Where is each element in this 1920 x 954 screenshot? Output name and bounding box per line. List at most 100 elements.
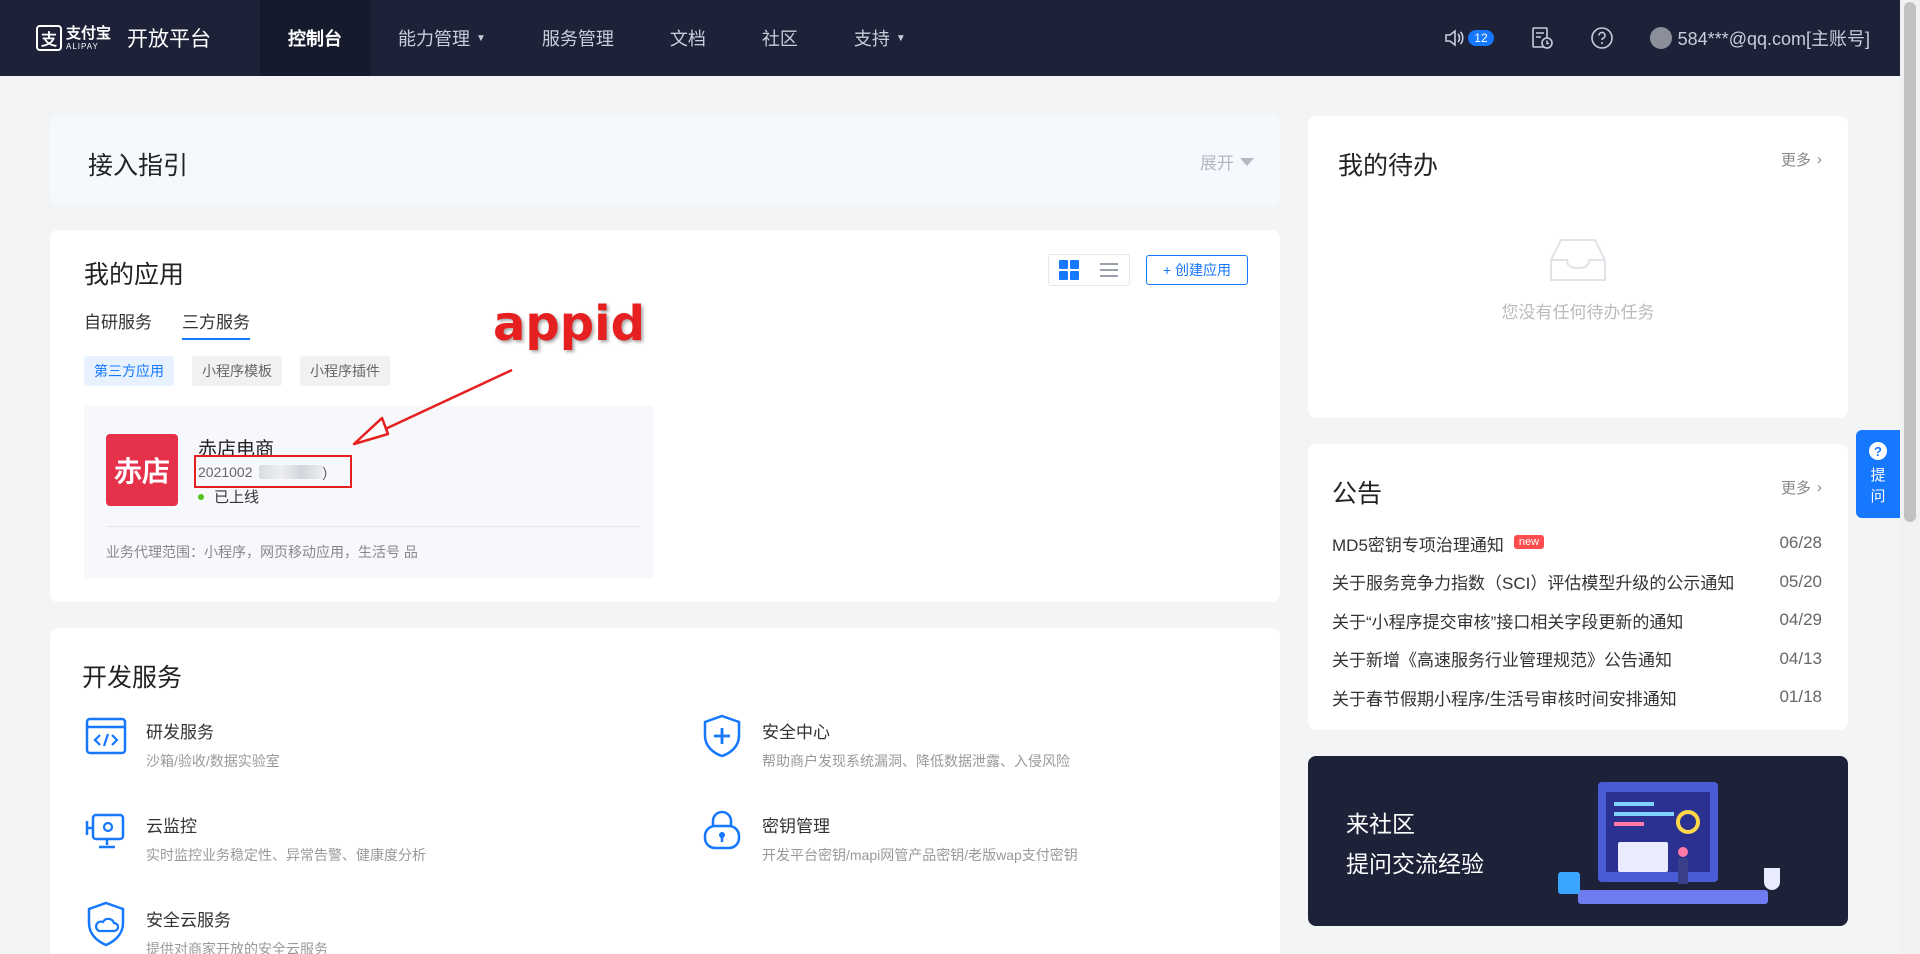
- grid-icon: [1059, 260, 1079, 280]
- notice-date: 04/29: [1779, 610, 1822, 630]
- clipboard-clock-icon: [1531, 27, 1553, 49]
- notice-text: 关于服务竞争力指数（SCI）评估模型升级的公示通知: [1332, 574, 1735, 594]
- code-window-icon: [84, 714, 128, 758]
- empty-inbox-icon: [1550, 239, 1606, 281]
- notice-text: MD5密钥专项治理通知: [1332, 535, 1504, 555]
- app-tabs: 自研服务 三方服务: [84, 308, 280, 340]
- notice-item[interactable]: 关于新增《高速服务行业管理规范》公告通知 04/13: [1332, 640, 1822, 679]
- nav-capability[interactable]: 能力管理 ▼: [370, 0, 514, 76]
- question-icon: ?: [1869, 442, 1887, 460]
- page-scrollbar[interactable]: [1900, 0, 1920, 954]
- help-circle-icon: [1590, 27, 1613, 49]
- service-name: 密钥管理: [762, 817, 830, 836]
- logo-cn: 支付宝: [66, 24, 112, 42]
- ask-label-1: 提: [1870, 467, 1886, 484]
- list-view-button[interactable]: [1089, 255, 1129, 285]
- community-text: 来社区 提问交流经验: [1346, 804, 1484, 884]
- logo-en: ALIPAY: [66, 41, 99, 51]
- dev-services-panel: 开发服务 研发服务 沙箱/验收/数据实验室 安全中心 帮助商户发现系统漏洞、降低数据…: [50, 628, 1280, 954]
- more-label: 更多: [1780, 480, 1811, 497]
- nav-label: 控制台: [288, 29, 342, 49]
- community-banner[interactable]: 来社区 提问交流经验: [1308, 756, 1848, 926]
- nav-community[interactable]: 社区: [734, 0, 826, 76]
- service-cloud-monitor[interactable]: 云监控实时监控业务稳定性、异常告警、健康度分析: [84, 808, 426, 865]
- chip-third-party-app[interactable]: 第三方应用: [84, 356, 174, 386]
- notice-title: 公告: [1332, 480, 1383, 508]
- top-nav: 支 支付宝 ALIPAY 开放平台 控制台 能力管理 ▼ 服务管理 文档 社区 支…: [0, 0, 1900, 76]
- notice-item[interactable]: 关于春节假期小程序/生活号审核时间安排通知 01/18: [1332, 678, 1822, 717]
- more-label: 更多: [1780, 152, 1811, 169]
- todo-panel: 我的待办 更多 › 您没有任何待办任务: [1308, 116, 1848, 418]
- guide-expand-button[interactable]: 展开: [1200, 149, 1254, 174]
- notice-more-link[interactable]: 更多 ›: [1781, 477, 1822, 498]
- notice-item[interactable]: 关于服务竞争力指数（SCI）评估模型升级的公示通知 05/20: [1332, 563, 1822, 602]
- platform-title: 开放平台: [127, 28, 212, 51]
- service-name: 安全中心: [762, 723, 830, 742]
- annotation-arrow-icon: [352, 368, 513, 446]
- nav-docs[interactable]: 文档: [642, 0, 734, 76]
- tab-self-developed[interactable]: 自研服务: [84, 308, 152, 340]
- service-desc: 实时监控业务稳定性、异常告警、健康度分析: [146, 847, 426, 863]
- account-menu[interactable]: 584***@qq.com[主账号]: [1649, 25, 1870, 51]
- nav-support[interactable]: 支持 ▼: [826, 0, 934, 76]
- caret-down-icon: ▼: [476, 32, 486, 44]
- ask-label-2: 问: [1870, 488, 1886, 505]
- task-button[interactable]: [1530, 26, 1554, 50]
- caret-down-icon: [1240, 157, 1254, 166]
- service-name: 安全云服务: [146, 911, 231, 930]
- nav-label: 服务管理: [541, 29, 614, 49]
- nav-right: 12 584***@qq.com[主账号]: [1426, 0, 1870, 76]
- nav-menu: 控制台 能力管理 ▼ 服务管理 文档 社区 支持 ▼: [260, 0, 934, 76]
- nav-label: 社区: [761, 29, 798, 49]
- scrollbar-thumb[interactable]: [1904, 2, 1916, 522]
- help-button[interactable]: [1590, 26, 1614, 50]
- nav-console[interactable]: 控制台: [260, 0, 370, 76]
- notice-item[interactable]: 关于“小程序提交审核”接口相关字段更新的通知 04/29: [1332, 601, 1822, 640]
- notice-list: MD5密钥专项治理通知 new 06/28 关于服务竞争力指数（SCI）评估模型升级…: [1332, 524, 1822, 717]
- app-logo: 赤店: [106, 434, 178, 506]
- avatar: [1649, 27, 1672, 49]
- speaker-icon: [1445, 29, 1464, 47]
- annotation-box: [194, 455, 352, 488]
- logo[interactable]: 支 支付宝 ALIPAY 开放平台: [36, 23, 260, 53]
- service-key-management[interactable]: 密钥管理开发平台密钥/mapi网管产品密钥/老版wap支付密钥: [700, 808, 1078, 865]
- todo-more-link[interactable]: 更多 ›: [1781, 149, 1822, 170]
- community-line1: 来社区: [1346, 811, 1415, 837]
- notice-date: 05/20: [1779, 571, 1822, 591]
- create-app-button[interactable]: + 创建应用: [1146, 255, 1248, 285]
- service-rd[interactable]: 研发服务 沙箱/验收/数据实验室: [84, 714, 280, 771]
- chevron-right-icon: ›: [1817, 479, 1822, 496]
- empty-text: 您没有任何待办任务: [1501, 303, 1655, 322]
- guide-title: 接入指引: [88, 152, 189, 180]
- shield-plus-icon: [700, 714, 744, 758]
- service-desc: 帮助商户发现系统漏洞、降低数据泄露、入侵风险: [762, 753, 1070, 769]
- chevron-right-icon: ›: [1817, 151, 1822, 168]
- account-label: 584***@qq.com[主账号]: [1677, 29, 1870, 49]
- view-toggle: [1048, 254, 1130, 286]
- nav-label: 能力管理: [398, 29, 470, 49]
- nav-service[interactable]: 服务管理: [514, 0, 642, 76]
- chip-miniapp-template[interactable]: 小程序模板: [192, 356, 282, 386]
- grid-view-button[interactable]: [1049, 255, 1089, 285]
- app-scope: 业务代理范围：小程序，网页移动应用，生活号 品: [106, 544, 418, 560]
- community-line2: 提问交流经验: [1346, 851, 1484, 877]
- service-security-cloud[interactable]: 安全云服务 提供对商家开放的安全云服务: [84, 901, 328, 954]
- service-desc: 开发平台密钥/mapi网管产品密钥/老版wap支付密钥: [762, 847, 1078, 863]
- shield-cloud-icon: [84, 901, 128, 947]
- service-name: 云监控: [146, 817, 197, 836]
- expand-label: 展开: [1200, 154, 1234, 173]
- notification-badge: 12: [1468, 30, 1494, 46]
- ask-question-button[interactable]: ? 提 问: [1856, 430, 1900, 518]
- service-security-center[interactable]: 安全中心帮助商户发现系统漏洞、降低数据泄露、入侵风险: [700, 714, 1070, 771]
- notice-date: 04/13: [1779, 648, 1822, 668]
- list-icon: [1100, 263, 1118, 277]
- tab-third-party[interactable]: 三方服务: [182, 308, 250, 340]
- notice-item[interactable]: MD5密钥专项治理通知 new 06/28: [1332, 524, 1822, 563]
- alipay-logo-icon: 支: [36, 25, 62, 51]
- nav-label: 文档: [669, 29, 706, 49]
- notification-button[interactable]: 12: [1444, 28, 1494, 48]
- logo-text: 支付宝 ALIPAY: [66, 26, 111, 51]
- caret-down-icon: ▼: [895, 32, 906, 44]
- notice-text: 关于“小程序提交审核”接口相关字段更新的通知: [1332, 612, 1684, 632]
- my-apps-panel: 我的应用 + 创建应用 自研服务 三方服务 第三方应用 小程序模板 小程序插件 …: [50, 230, 1280, 602]
